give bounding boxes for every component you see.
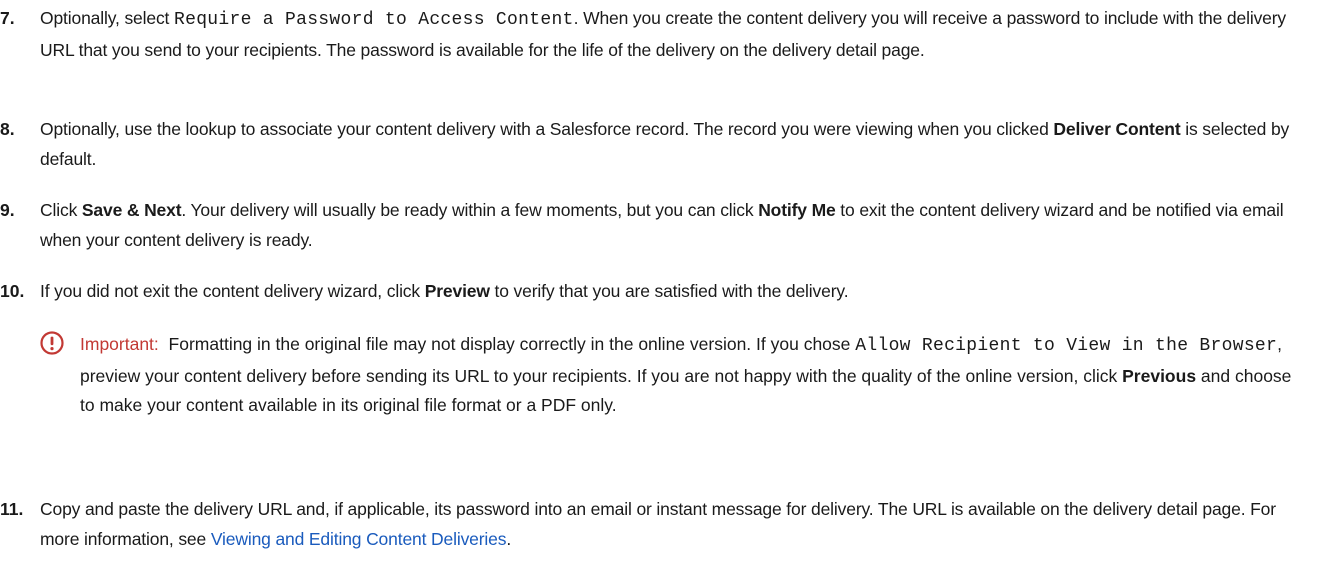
note-text: Important: Formatting in the original fi…	[40, 330, 1310, 421]
step-number: 7.	[0, 8, 15, 28]
text-run: Click	[40, 200, 82, 220]
step-number: 10.	[0, 281, 25, 301]
step-text: If you did not exit the content delivery…	[0, 277, 1310, 307]
ui-term-notify-me: Notify Me	[758, 200, 836, 220]
step-9: 9. Click Save & Next. Your delivery will…	[0, 196, 1310, 255]
text-run: to verify that you are satisfied with th…	[489, 281, 849, 301]
step-7: 7. Optionally, select Require a Password…	[0, 4, 1310, 65]
text-run: Formatting in the original file may not …	[168, 334, 856, 354]
option-name: Require a Password to Access Content	[173, 10, 574, 30]
important-note: Important: Formatting in the original fi…	[40, 330, 1310, 421]
ui-term-previous: Previous	[1122, 365, 1197, 386]
text-run: . Your delivery will usually be ready wi…	[181, 200, 759, 220]
step-text: Copy and paste the delivery URL and, if …	[0, 495, 1310, 554]
step-11: 11. Copy and paste the delivery URL and,…	[0, 495, 1310, 554]
step-text: Optionally, use the lookup to associate …	[0, 115, 1310, 174]
important-icon	[40, 331, 64, 355]
step-number: 9.	[0, 200, 15, 220]
viewing-editing-deliveries-link[interactable]: Viewing and Editing Content Deliveries	[211, 529, 507, 549]
text-run: Optionally, use the lookup to associate …	[40, 119, 1054, 139]
note-label: Important:	[80, 334, 159, 354]
text-run: .	[506, 528, 512, 549]
text-run: If you did not exit the content delivery…	[40, 281, 425, 301]
ui-term-save-next: Save & Next	[81, 200, 182, 220]
text-run: Optionally, select	[40, 8, 174, 28]
ui-term-deliver-content: Deliver Content	[1053, 119, 1181, 139]
option-name: Allow Recipient to View in the Browser	[855, 336, 1278, 356]
step-number: 11.	[0, 499, 24, 519]
ui-term-preview: Preview	[424, 281, 490, 301]
step-text: Click Save & Next. Your delivery will us…	[0, 196, 1310, 255]
step-text: Optionally, select Require a Password to…	[0, 4, 1310, 65]
step-number: 8.	[0, 119, 15, 139]
document-page: 7. Optionally, select Require a Password…	[0, 0, 1319, 564]
step-8: 8. Optionally, use the lookup to associa…	[0, 115, 1310, 174]
step-10: 10. If you did not exit the content deli…	[0, 277, 1310, 307]
